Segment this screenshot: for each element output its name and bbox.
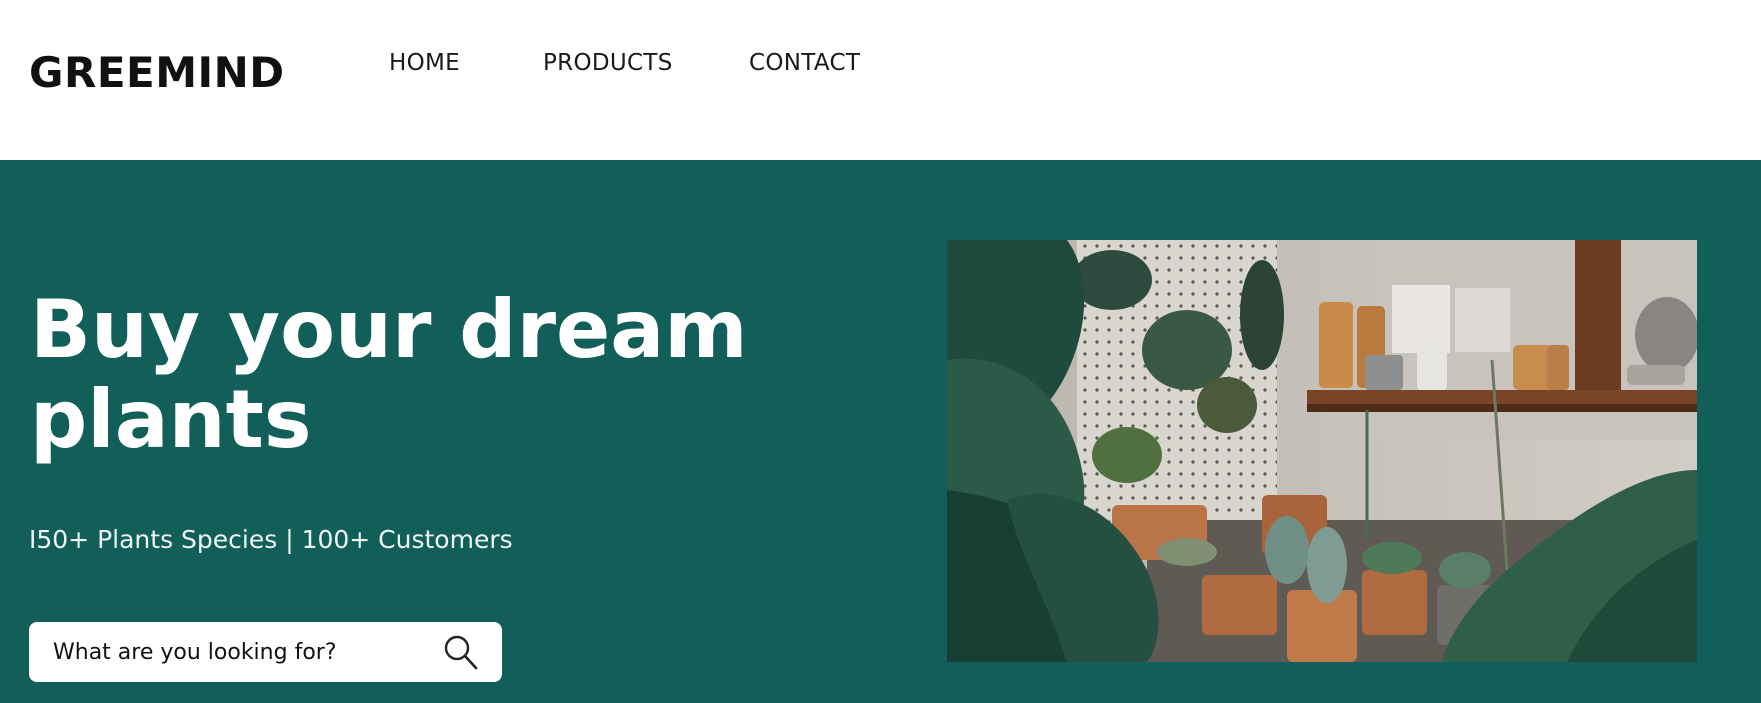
- hero-headline: Buy your dream plants: [30, 283, 748, 466]
- search-box: [29, 622, 502, 682]
- logo[interactable]: GREEMIND: [29, 48, 285, 97]
- site-header: GREEMIND HOME PRODUCTS CONTACT: [0, 0, 1761, 160]
- nav-contact[interactable]: CONTACT: [749, 50, 860, 76]
- search-icon[interactable]: [442, 633, 480, 671]
- hero-stats: I50+ Plants Species | 100+ Customers: [29, 525, 513, 554]
- nav-products[interactable]: PRODUCTS: [543, 50, 673, 76]
- hero-section: Buy your dream plants I50+ Plants Specie…: [0, 160, 1761, 703]
- plants-photo: [947, 240, 1697, 662]
- nav-home[interactable]: HOME: [389, 50, 460, 76]
- search-input[interactable]: [53, 632, 442, 672]
